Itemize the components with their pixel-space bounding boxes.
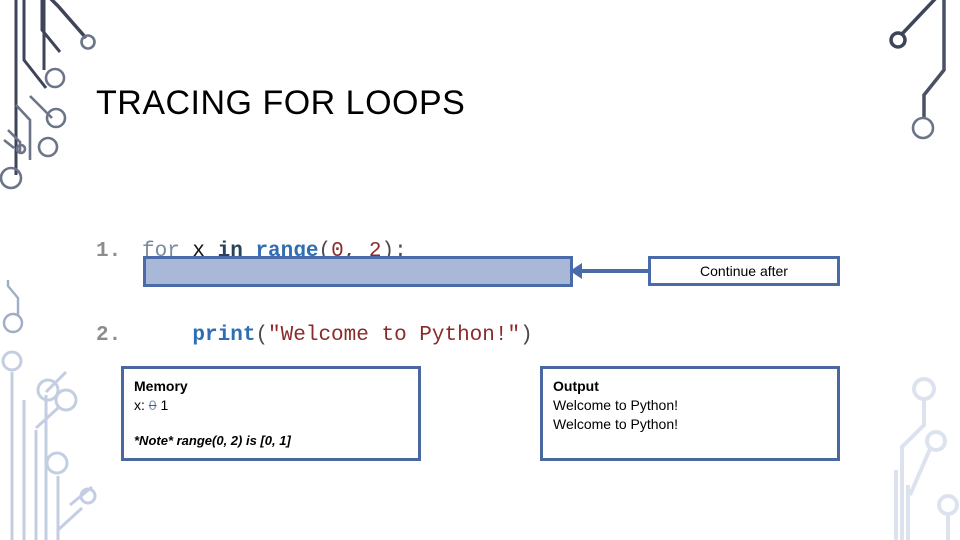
output-panel-title: Output [553, 378, 599, 394]
memory-old-value: 0 [148, 397, 157, 413]
code-line-2: 2. print("Welcome to Python!") [96, 322, 533, 350]
memory-variable-label: x: [134, 397, 145, 413]
code-token-print: print [192, 324, 256, 347]
memory-variable-row: x: 0 1 [134, 396, 408, 415]
callout-label: Continue after [700, 263, 788, 279]
code-token-indent [142, 324, 192, 347]
memory-note: *Note* range(0, 2) is [0, 1] [134, 433, 291, 448]
line-number: 1. [96, 240, 122, 263]
execution-highlight-bar [143, 256, 573, 287]
slide-canvas: TRACING FOR LOOPS 1. for x in range(0, 2)… [0, 0, 960, 540]
code-token-open-paren: ( [255, 324, 269, 347]
output-panel: Output Welcome to Python! Welcome to Pyt… [540, 366, 840, 461]
continue-after-callout: Continue after [648, 256, 840, 286]
memory-current-value: 1 [160, 397, 169, 413]
code-token-string: "Welcome to Python!" [268, 324, 521, 347]
memory-panel: Memory x: 0 1 *Note* range(0, 2) is [0, … [121, 366, 421, 461]
output-line: Welcome to Python! [553, 397, 679, 413]
callout-arrow-head [570, 263, 582, 279]
output-line: Welcome to Python! [553, 416, 679, 432]
circuit-decoration-top-right [889, 0, 946, 140]
page-title: TRACING FOR LOOPS [96, 84, 466, 122]
memory-panel-title: Memory [134, 378, 188, 394]
circuit-decoration-bottom-right [894, 377, 959, 540]
code-token-close-paren: ) [520, 324, 533, 347]
line-number: 2. [96, 324, 122, 347]
callout-arrow-shaft [580, 269, 650, 273]
